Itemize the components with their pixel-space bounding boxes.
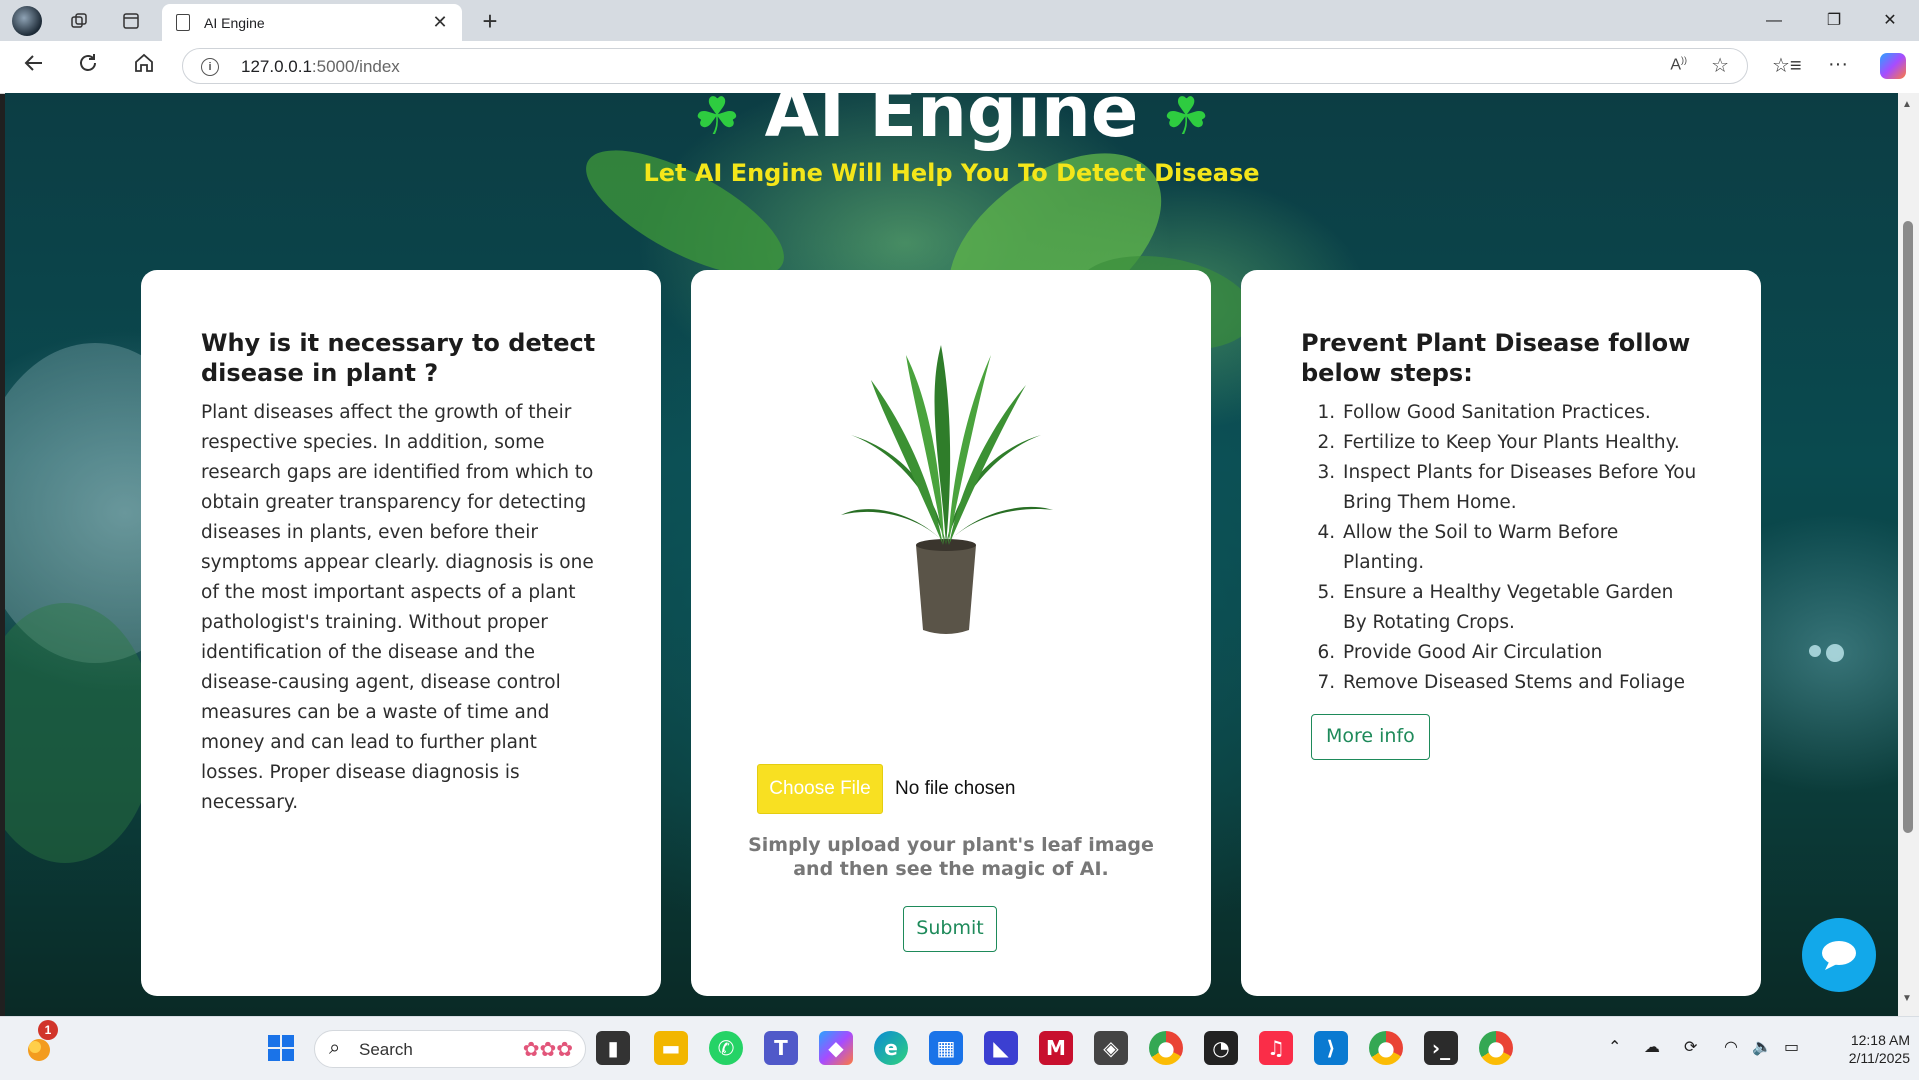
file-picker: Choose File No file chosen: [757, 764, 1015, 814]
prevention-card: Prevent Plant Disease follow below steps…: [1241, 270, 1761, 996]
editor-app-icon[interactable]: ◣: [984, 1031, 1018, 1065]
tab-ai-engine[interactable]: AI Engine ✕: [162, 4, 462, 41]
reload-icon: [80, 54, 96, 71]
speedtest-icon[interactable]: ◔: [1204, 1031, 1238, 1065]
hero-title: ☘ AI Engine ☘: [5, 93, 1898, 153]
step-item: Inspect Plants for Diseases Before You B…: [1341, 458, 1701, 518]
prevention-steps: Follow Good Sanitation Practices. Fertil…: [1301, 398, 1701, 698]
favorites-icon[interactable]: ☆≡: [1772, 53, 1802, 78]
minimize-button[interactable]: —: [1746, 4, 1802, 38]
home-button[interactable]: [128, 51, 160, 83]
edge-icon[interactable]: e: [874, 1031, 908, 1065]
copilot-app-icon[interactable]: ◆: [819, 1031, 853, 1065]
chrome-icon[interactable]: ●: [1149, 1031, 1183, 1065]
onedrive-icon[interactable]: ☁: [1644, 1037, 1660, 1057]
teams-icon[interactable]: T: [764, 1031, 798, 1065]
chrome-profile-h-icon[interactable]: ●: [1479, 1031, 1513, 1065]
copilot-icon[interactable]: [1880, 53, 1906, 79]
scroll-down-icon[interactable]: ▼: [1902, 993, 1912, 1004]
clock-date: 2/11/2025: [1848, 1050, 1910, 1066]
page-icon: [176, 14, 190, 31]
page-scrollbar[interactable]: ▲ ▼: [1898, 93, 1919, 1016]
tab-title: AI Engine: [204, 14, 265, 31]
tray-chevron-icon[interactable]: ⌃: [1608, 1037, 1621, 1057]
chat-bubble-icon: [1822, 941, 1856, 970]
taskbar: 1 ⌕ Search ✿✿✿ ▮ ▬ ✆ T ◆ e ▦ ◣ M ◈ ● ◔ ♫…: [0, 1016, 1919, 1080]
address-field[interactable]: i 127.0.0.1:5000/index A)) ☆: [182, 48, 1748, 84]
start-icon[interactable]: [264, 1031, 298, 1065]
site-info-icon[interactable]: i: [201, 58, 219, 76]
step-item: Follow Good Sanitation Practices.: [1341, 398, 1701, 428]
scrollbar-thumb[interactable]: [1903, 221, 1913, 833]
chat-button[interactable]: [1802, 918, 1876, 992]
music-icon[interactable]: ♫: [1259, 1031, 1293, 1065]
battery-icon[interactable]: ▭: [1784, 1037, 1799, 1057]
taskbar-search[interactable]: ⌕ Search ✿✿✿: [314, 1030, 586, 1068]
search-icon: ⌕: [329, 1037, 341, 1059]
sync-icon[interactable]: ⟳: [1684, 1037, 1697, 1057]
new-tab-button[interactable]: +: [474, 6, 506, 36]
info-card-body: Plant diseases affect the growth of thei…: [201, 402, 594, 813]
step-item: Fertilize to Keep Your Plants Healthy.: [1341, 428, 1701, 458]
taskbar-clock[interactable]: 12:18 AM 2/11/2025: [1820, 1031, 1910, 1067]
chrome-profile-v-icon[interactable]: ●: [1369, 1031, 1403, 1065]
wifi-icon[interactable]: ◠: [1724, 1037, 1738, 1057]
choose-file-button[interactable]: Choose File: [757, 764, 883, 814]
prevention-card-heading: Prevent Plant Disease follow below steps…: [1301, 329, 1691, 387]
hero-subtitle: Let AI Engine Will Help You To Detect Di…: [643, 159, 1260, 187]
more-menu-icon[interactable]: ···: [1828, 53, 1848, 76]
search-label: Search: [359, 1040, 413, 1059]
step-item: Provide Good Air Circulation: [1341, 638, 1701, 668]
favorite-star-icon[interactable]: ☆: [1711, 53, 1729, 78]
close-window-button[interactable]: ✕: [1862, 4, 1918, 38]
mcafee-icon[interactable]: M: [1039, 1031, 1073, 1065]
reload-button[interactable]: [72, 51, 104, 83]
vertical-tabs-icon[interactable]: [116, 6, 146, 36]
browser-tab-bar: AI Engine ✕ + — ❐ ✕: [0, 0, 1919, 41]
step-item: Ensure a Healthy Vegetable Garden By Rot…: [1341, 578, 1701, 638]
clover-icon: ☘: [693, 93, 741, 147]
back-arrow-icon: [24, 55, 42, 71]
url-text: 127.0.0.1:5000/index: [241, 57, 400, 76]
flowers-icon: ✿✿✿: [522, 1039, 573, 1061]
vscode-icon[interactable]: ⟩: [1314, 1031, 1348, 1065]
info-card-heading: Why is it necessary to detect disease in…: [201, 329, 596, 387]
file-explorer-icon[interactable]: ▬: [654, 1031, 688, 1065]
unity-icon[interactable]: ◈: [1094, 1031, 1128, 1065]
read-aloud-icon[interactable]: A)): [1670, 55, 1687, 74]
step-item: Remove Diseased Stems and Foliage: [1341, 668, 1701, 698]
back-button[interactable]: [18, 51, 50, 83]
info-card: Why is it necessary to detect disease in…: [141, 270, 661, 996]
page-viewport: ☘ AI Engine ☘ Let AI Engine Will Help Yo…: [5, 93, 1898, 1016]
volume-icon[interactable]: 🔈: [1752, 1037, 1772, 1057]
store-icon[interactable]: ▦: [929, 1031, 963, 1065]
terminal-icon[interactable]: ›_: [1424, 1031, 1458, 1065]
address-toolbar: i 127.0.0.1:5000/index A)) ☆ ☆≡ ···: [0, 41, 1919, 94]
upload-card: Choose File No file chosen Simply upload…: [691, 270, 1211, 996]
workspaces-icon[interactable]: [64, 6, 94, 36]
step-item: Allow the Soil to Warm Before Planting.: [1341, 518, 1701, 578]
potted-plant-image: [841, 345, 1053, 634]
whatsapp-icon[interactable]: ✆: [709, 1031, 743, 1065]
clover-icon: ☘: [1162, 93, 1210, 147]
task-view-icon[interactable]: ▮: [596, 1031, 630, 1065]
home-icon: [135, 53, 153, 72]
scroll-up-icon[interactable]: ▲: [1902, 99, 1912, 110]
upload-hint: Simply upload your plant's leaf image an…: [748, 834, 1154, 880]
submit-button[interactable]: Submit: [903, 906, 997, 952]
file-status: No file chosen: [895, 778, 1016, 799]
close-tab-button[interactable]: ✕: [426, 12, 454, 33]
notification-badge: 1: [38, 1020, 58, 1040]
more-info-button[interactable]: More info: [1311, 714, 1430, 760]
clock-time: 12:18 AM: [1850, 1032, 1910, 1048]
profile-avatar[interactable]: [12, 6, 42, 36]
restore-button[interactable]: ❐: [1806, 4, 1862, 38]
